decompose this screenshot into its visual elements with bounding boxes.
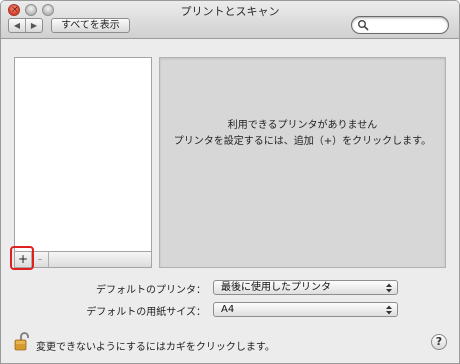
default-paper-size-value: A4 (221, 304, 235, 315)
printer-list-toolbar: + - (14, 251, 152, 268)
remove-printer-button[interactable]: - (32, 252, 49, 267)
default-paper-size-popup[interactable]: A4 (213, 302, 398, 317)
back-icon: ◀ (13, 21, 21, 30)
search-icon (358, 20, 369, 31)
title-bar: × プリントとスキャン ◀ ▶ すべてを表示 (1, 1, 459, 39)
navigation-segment: ◀ ▶ (8, 18, 43, 33)
print-scan-window: × プリントとスキャン ◀ ▶ すべてを表示 + - 利用できるプリンタがありま… (0, 0, 460, 364)
add-printer-hint: プリンタを設定するには、追加（+）をクリックします。 (173, 136, 432, 147)
show-all-button[interactable]: すべてを表示 (51, 18, 130, 33)
help-button[interactable]: ? (431, 334, 447, 350)
no-printers-message: 利用できるプリンタがありません (227, 120, 378, 131)
search-input[interactable] (370, 18, 444, 32)
search-field[interactable] (351, 16, 449, 34)
printer-list[interactable] (14, 57, 152, 252)
forward-icon: ▶ (30, 21, 38, 30)
forward-button[interactable]: ▶ (25, 19, 42, 32)
default-printer-value: 最後に使用したプリンタ (221, 282, 331, 293)
default-printer-popup[interactable]: 最後に使用したプリンタ (213, 280, 398, 295)
lock-icon[interactable] (14, 331, 29, 351)
add-printer-button[interactable]: + (15, 252, 32, 267)
default-paper-size-label: デフォルトの用紙サイズ： (86, 307, 206, 318)
popup-arrows-icon (386, 283, 392, 293)
printer-detail-pane: 利用できるプリンタがありません プリンタを設定するには、追加（+）をクリックしま… (159, 57, 446, 268)
popup-arrows-icon (386, 305, 392, 315)
back-button[interactable]: ◀ (9, 19, 25, 32)
default-printer-label: デフォルトのプリンタ： (96, 285, 206, 296)
lock-message: 変更できないようにするにはカギをクリックします。 (36, 342, 275, 353)
help-icon: ? (435, 335, 443, 348)
